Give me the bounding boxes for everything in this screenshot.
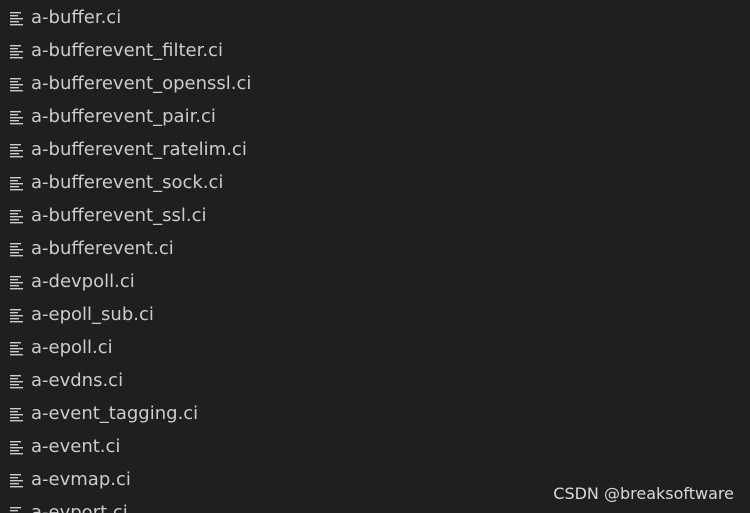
- watermark-text: CSDN @breaksoftware: [553, 484, 734, 503]
- file-name-label: a-epoll.ci: [31, 337, 113, 358]
- file-explorer-list: a-buffer.ci a-bufferevent_filter.ci a-buff…: [0, 0, 750, 513]
- file-list-item[interactable]: a-event.ci: [0, 430, 750, 463]
- file-list-item[interactable]: a-bufferevent_filter.ci: [0, 34, 750, 67]
- text-file-icon: [10, 473, 23, 487]
- file-list-item[interactable]: a-bufferevent_ratelim.ci: [0, 133, 750, 166]
- file-list-item[interactable]: a-epoll.ci: [0, 331, 750, 364]
- file-name-label: a-bufferevent_openssl.ci: [31, 73, 252, 94]
- text-file-icon: [10, 308, 23, 322]
- text-file-icon: [10, 77, 23, 91]
- file-list-item[interactable]: a-event_tagging.ci: [0, 397, 750, 430]
- file-name-label: a-epoll_sub.ci: [31, 304, 154, 325]
- file-name-label: a-bufferevent_ssl.ci: [31, 205, 207, 226]
- file-name-label: a-devpoll.ci: [31, 271, 135, 292]
- file-name-label: a-bufferevent.ci: [31, 238, 174, 259]
- text-file-icon: [10, 242, 23, 256]
- text-file-icon: [10, 374, 23, 388]
- text-file-icon: [10, 44, 23, 58]
- file-name-label: a-evmap.ci: [31, 469, 131, 490]
- file-list-item[interactable]: a-bufferevent_pair.ci: [0, 100, 750, 133]
- file-list-item[interactable]: a-devpoll.ci: [0, 265, 750, 298]
- file-name-label: a-bufferevent_ratelim.ci: [31, 139, 247, 160]
- text-file-icon: [10, 176, 23, 190]
- text-file-icon: [10, 407, 23, 421]
- text-file-icon: [10, 275, 23, 289]
- file-name-label: a-buffer.ci: [31, 7, 122, 28]
- file-name-label: a-event.ci: [31, 436, 121, 457]
- file-name-label: a-bufferevent_sock.ci: [31, 172, 224, 193]
- file-list-item[interactable]: a-epoll_sub.ci: [0, 298, 750, 331]
- text-file-icon: [10, 11, 23, 25]
- file-name-label: a-evdns.ci: [31, 370, 124, 391]
- file-list-item[interactable]: a-bufferevent_openssl.ci: [0, 67, 750, 100]
- file-list-item[interactable]: a-evdns.ci: [0, 364, 750, 397]
- text-file-icon: [10, 143, 23, 157]
- text-file-icon: [10, 506, 23, 513]
- file-list-item[interactable]: a-bufferevent_ssl.ci: [0, 199, 750, 232]
- file-list-item[interactable]: a-bufferevent.ci: [0, 232, 750, 265]
- file-list-item[interactable]: a-buffer.ci: [0, 1, 750, 34]
- file-name-label: a-bufferevent_pair.ci: [31, 106, 216, 127]
- file-name-label: a-bufferevent_filter.ci: [31, 40, 223, 61]
- text-file-icon: [10, 209, 23, 223]
- text-file-icon: [10, 110, 23, 124]
- file-list-item[interactable]: a-bufferevent_sock.ci: [0, 166, 750, 199]
- text-file-icon: [10, 440, 23, 454]
- text-file-icon: [10, 341, 23, 355]
- file-name-label: a-event_tagging.ci: [31, 403, 199, 424]
- file-name-label: a-evport.ci: [31, 502, 128, 513]
